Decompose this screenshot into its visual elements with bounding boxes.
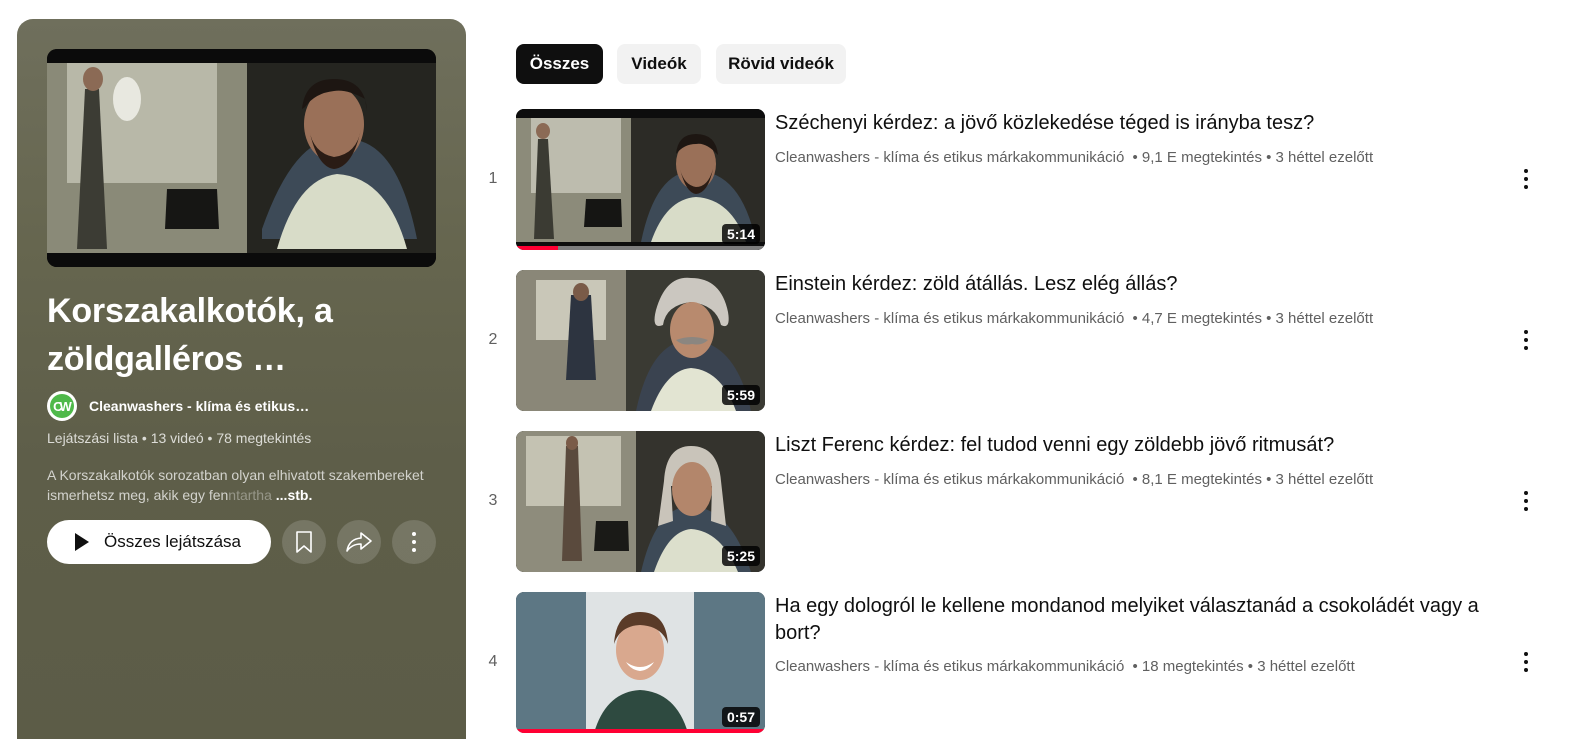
video-channel-link[interactable]: Cleanwashers - klíma és etikus márkakomm… bbox=[775, 471, 1124, 488]
share-icon bbox=[346, 532, 372, 552]
more-vertical-icon bbox=[1524, 491, 1528, 511]
video-title[interactable]: Széchenyi kérdez: a jövő közlekedése tég… bbox=[775, 110, 1495, 137]
share-playlist-button[interactable] bbox=[337, 520, 381, 564]
chip-videos[interactable]: Videók bbox=[617, 44, 701, 84]
bookmark-icon bbox=[296, 531, 312, 553]
video-thumbnail[interactable]: 5:25 bbox=[516, 431, 765, 572]
playlist-video-row[interactable]: 4 0:57 Ha egy dologról le kellene mondan… bbox=[480, 592, 1560, 733]
playlist-video-row[interactable]: 1 5:14 Széchenyi kérdez: a jövő közleked… bbox=[480, 109, 1560, 250]
video-stats: • 9,1 E megtekintés • 3 héttel ezelőtt bbox=[1132, 149, 1374, 166]
channel-avatar-letters: CW bbox=[53, 398, 72, 414]
playlist-meta: Lejátszási lista • 13 videó • 78 megteki… bbox=[47, 430, 312, 446]
description-more-link[interactable]: ...stb. bbox=[276, 487, 313, 503]
video-index: 2 bbox=[488, 331, 498, 348]
video-title[interactable]: Ha egy dologról le kellene mondanod mely… bbox=[775, 593, 1495, 647]
video-thumbnail[interactable]: 0:57 bbox=[516, 592, 765, 733]
chip-all[interactable]: Összes bbox=[516, 44, 603, 84]
play-all-label: Összes lejátszása bbox=[104, 532, 241, 551]
video-meta: Cleanwashers - klíma és etikus márkakomm… bbox=[775, 658, 1355, 675]
playlist-cover-image bbox=[47, 49, 436, 267]
video-channel-link[interactable]: Cleanwashers - klíma és etikus márkakomm… bbox=[775, 149, 1124, 166]
video-more-button[interactable] bbox=[1510, 485, 1542, 517]
playlist-header-panel: Korszakalkotók, a zöldgalléros … CW Clea… bbox=[17, 19, 466, 739]
video-channel-link[interactable]: Cleanwashers - klíma és etikus márkakomm… bbox=[775, 658, 1124, 675]
video-stats: • 4,7 E megtekintés • 3 héttel ezelőtt bbox=[1132, 310, 1374, 327]
playlist-video-row[interactable]: 2 5:59 Einstein kérdez: zöld átállás. Le… bbox=[480, 270, 1560, 411]
more-vertical-icon bbox=[412, 532, 416, 552]
video-meta: Cleanwashers - klíma és etikus márkakomm… bbox=[775, 310, 1373, 327]
video-more-button[interactable] bbox=[1510, 646, 1542, 678]
playlist-video-row[interactable]: 3 5:25 Liszt Ferenc kérdez: fel tudod ve… bbox=[480, 431, 1560, 572]
video-title[interactable]: Einstein kérdez: zöld átállás. Lesz elég… bbox=[775, 271, 1495, 298]
save-playlist-button[interactable] bbox=[282, 520, 326, 564]
video-stats: • 18 megtekintés • 3 héttel ezelőtt bbox=[1132, 658, 1355, 675]
video-index: 4 bbox=[488, 653, 498, 670]
channel-avatar[interactable]: CW bbox=[47, 391, 77, 421]
video-thumbnail[interactable]: 5:59 bbox=[516, 270, 765, 411]
video-meta: Cleanwashers - klíma és etikus márkakomm… bbox=[775, 471, 1373, 488]
play-icon bbox=[75, 533, 89, 551]
playlist-title: Korszakalkotók, a zöldgalléros … bbox=[47, 292, 333, 378]
watch-progress-track bbox=[516, 729, 765, 733]
video-duration: 0:57 bbox=[721, 707, 760, 727]
video-thumbnail[interactable]: 5:14 bbox=[516, 109, 765, 250]
video-index: 1 bbox=[488, 170, 498, 187]
watch-progress-fill bbox=[516, 246, 559, 250]
video-duration: 5:59 bbox=[721, 385, 760, 405]
video-more-button[interactable] bbox=[1510, 163, 1542, 195]
playlist-description-text: A Korszakalkotók sorozatban olyan elhiva… bbox=[47, 467, 424, 503]
video-duration: 5:25 bbox=[721, 546, 760, 566]
video-channel-link[interactable]: Cleanwashers - klíma és etikus márkakomm… bbox=[775, 310, 1124, 327]
video-stats: • 8,1 E megtekintés • 3 héttel ezelőtt bbox=[1132, 471, 1374, 488]
watch-progress-fill bbox=[516, 729, 765, 733]
playlist-channel[interactable]: CW Cleanwashers - klíma és etikus… bbox=[47, 391, 309, 421]
channel-name-link[interactable]: Cleanwashers - klíma és etikus… bbox=[89, 398, 309, 414]
more-vertical-icon bbox=[1524, 330, 1528, 350]
video-more-button[interactable] bbox=[1510, 324, 1542, 356]
play-all-button[interactable]: Összes lejátszása bbox=[47, 520, 271, 564]
video-meta: Cleanwashers - klíma és etikus márkakomm… bbox=[775, 149, 1373, 166]
video-title[interactable]: Liszt Ferenc kérdez: fel tudod venni egy… bbox=[775, 432, 1495, 459]
more-vertical-icon bbox=[1524, 169, 1528, 189]
watch-progress-track bbox=[516, 246, 765, 250]
playlist-cover-thumbnail[interactable] bbox=[47, 49, 436, 267]
video-index: 3 bbox=[488, 492, 498, 509]
chip-shorts[interactable]: Rövid videók bbox=[716, 44, 846, 84]
more-vertical-icon bbox=[1524, 652, 1528, 672]
video-duration: 5:14 bbox=[721, 224, 760, 244]
playlist-more-button[interactable] bbox=[392, 520, 436, 564]
playlist-description[interactable]: A Korszakalkotók sorozatban olyan elhiva… bbox=[47, 465, 442, 505]
